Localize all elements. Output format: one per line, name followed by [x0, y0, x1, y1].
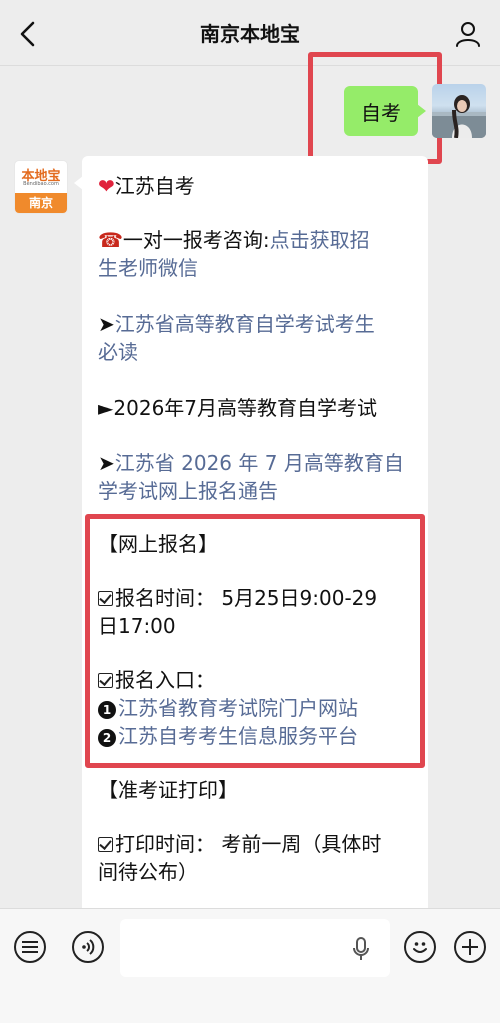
message-title: 江苏自考: [114, 174, 195, 198]
checkbox-icon: [98, 591, 113, 606]
emoji-icon: [413, 942, 427, 953]
checkbox-icon: [98, 673, 113, 688]
bot-logo-city: 南京: [15, 193, 67, 213]
registration-entry-label: 报名入口：: [115, 668, 215, 692]
print-time: 打印时间： 考前一周（具体时: [115, 832, 382, 856]
message-input[interactable]: [120, 919, 390, 977]
emoji-button[interactable]: [404, 931, 436, 963]
arrow-icon: ➤: [98, 451, 115, 475]
message-title-line: ❤江苏自考: [98, 172, 418, 200]
user-avatar[interactable]: [432, 84, 486, 138]
registration-entry-line: 报名入口：: [98, 666, 418, 694]
consult-line: ☎一对一报考咨询:点击获取招: [98, 226, 418, 254]
bot-logo-subtitle: Bendibao.com: [23, 181, 59, 187]
online-registration-heading: 【网上报名】: [98, 532, 218, 556]
exam-institute-portal-link[interactable]: 江苏省教育考试院门户网站: [118, 696, 358, 720]
number-2-icon: 2: [98, 729, 116, 747]
arrow-icon: ➤: [98, 312, 115, 336]
registration-time-line: 报名时间： 5月25日9:00-29: [98, 584, 418, 612]
voice-button[interactable]: [72, 931, 104, 963]
registration-time-continued: 日17:00: [98, 614, 176, 638]
menu-list-icon: [22, 941, 38, 953]
consult-link[interactable]: 点击获取招: [270, 228, 370, 252]
voice-icon: [82, 939, 95, 955]
notice-link[interactable]: 江苏省 2026 年 7 月高等教育自: [115, 451, 404, 475]
exam-title-line: ►2026年7月高等教育自学考试: [98, 394, 418, 422]
triangle-icon: ►: [98, 396, 114, 420]
chat-input-bar: [0, 908, 500, 1023]
heart-icon: ❤: [98, 174, 115, 198]
guide-link[interactable]: 江苏省高等教育自学考试考生: [115, 312, 375, 336]
menu-button[interactable]: [14, 931, 46, 963]
profile-button[interactable]: [450, 14, 486, 54]
person-icon: [456, 22, 480, 47]
entry-1-line: 1 江苏省教育考试院门户网站: [98, 694, 418, 722]
candidate-service-platform-link[interactable]: 江苏自考考生信息服务平台: [118, 724, 358, 748]
user-message-bubble[interactable]: 自考: [344, 86, 426, 136]
exam-title: 2026年7月高等教育自学考试: [113, 396, 378, 420]
print-time-continued: 间待公布）: [98, 860, 198, 884]
print-time-line: 打印时间： 考前一周（具体时: [98, 830, 418, 858]
consult-prefix: 一对一报考咨询:: [122, 228, 270, 252]
registration-time: 报名时间： 5月25日9:00-29: [115, 586, 378, 610]
telephone-icon: ☎: [98, 228, 123, 252]
checkbox-icon: [98, 837, 113, 852]
guide-link-continued[interactable]: 必读: [98, 338, 418, 366]
number-1-icon: 1: [98, 701, 116, 719]
entry-2-line: 2 江苏自考考生信息服务平台: [98, 722, 418, 750]
notice-line: ➤江苏省 2026 年 7 月高等教育自: [98, 449, 418, 477]
chat-title: 南京本地宝: [200, 22, 300, 46]
guide-line: ➤江苏省高等教育自学考试考生: [98, 310, 418, 338]
microphone-icon[interactable]: [352, 937, 370, 961]
notice-link-continued[interactable]: 学考试网上报名通告: [98, 477, 418, 505]
plus-icon: [462, 939, 478, 955]
admission-ticket-heading: 【准考证打印】: [98, 778, 238, 802]
add-button[interactable]: [454, 931, 486, 963]
user-avatar-photo: [432, 95, 486, 138]
consult-link-continued[interactable]: 生老师微信: [98, 254, 418, 282]
bot-avatar[interactable]: 本地宝 Bendibao.com 南京: [14, 160, 68, 214]
